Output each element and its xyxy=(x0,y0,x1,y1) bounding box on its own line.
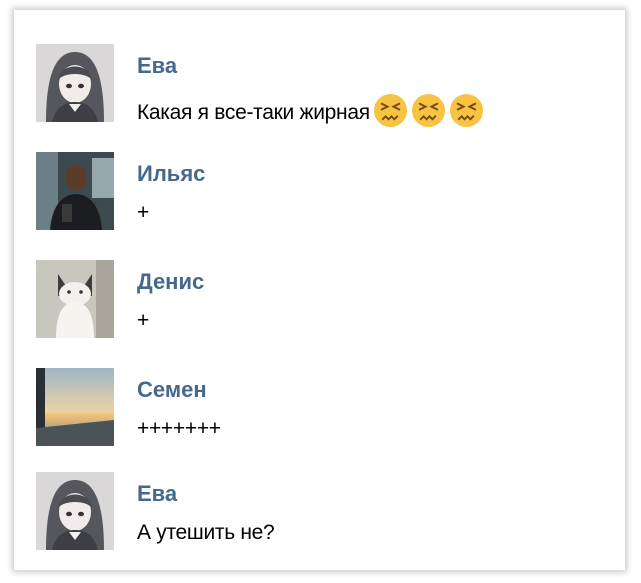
message-text: + xyxy=(137,201,149,224)
message-text: А утешить не? xyxy=(137,521,275,544)
avatar[interactable] xyxy=(36,260,114,338)
confounded-face-icon xyxy=(373,93,408,128)
avatar[interactable] xyxy=(36,44,114,122)
chat-message: Семен +++++++ xyxy=(36,368,606,448)
message-text: Какая я все-таки жирная xyxy=(137,93,484,128)
anime-girl-avatar-icon xyxy=(36,472,114,550)
chat-window: Ева Какая я все-таки жирная Ильяс + Дени… xyxy=(14,10,625,570)
confounded-face-icon xyxy=(449,93,484,128)
message-text: + xyxy=(137,309,149,332)
author-name[interactable]: Семен xyxy=(137,377,207,403)
author-name[interactable]: Ильяс xyxy=(137,161,205,187)
chat-message: Ева Какая я все-таки жирная xyxy=(36,44,606,128)
chat-message: Ева А утешить не? xyxy=(36,472,606,552)
avatar[interactable] xyxy=(36,152,114,230)
message-body: Какая я все-таки жирная xyxy=(137,101,370,124)
author-name[interactable]: Ева xyxy=(137,53,177,79)
confounded-face-icon xyxy=(411,93,446,128)
message-text: +++++++ xyxy=(137,417,221,440)
chat-message: Ильяс + xyxy=(36,152,606,232)
sunset-photo-avatar-icon xyxy=(36,368,114,446)
author-name[interactable]: Ева xyxy=(137,481,177,507)
man-photo-avatar-icon xyxy=(36,152,114,230)
cat-photo-avatar-icon xyxy=(36,260,114,338)
avatar[interactable] xyxy=(36,368,114,446)
anime-girl-avatar-icon xyxy=(36,44,114,122)
chat-message: Денис + xyxy=(36,260,606,340)
avatar[interactable] xyxy=(36,472,114,550)
author-name[interactable]: Денис xyxy=(137,269,204,295)
